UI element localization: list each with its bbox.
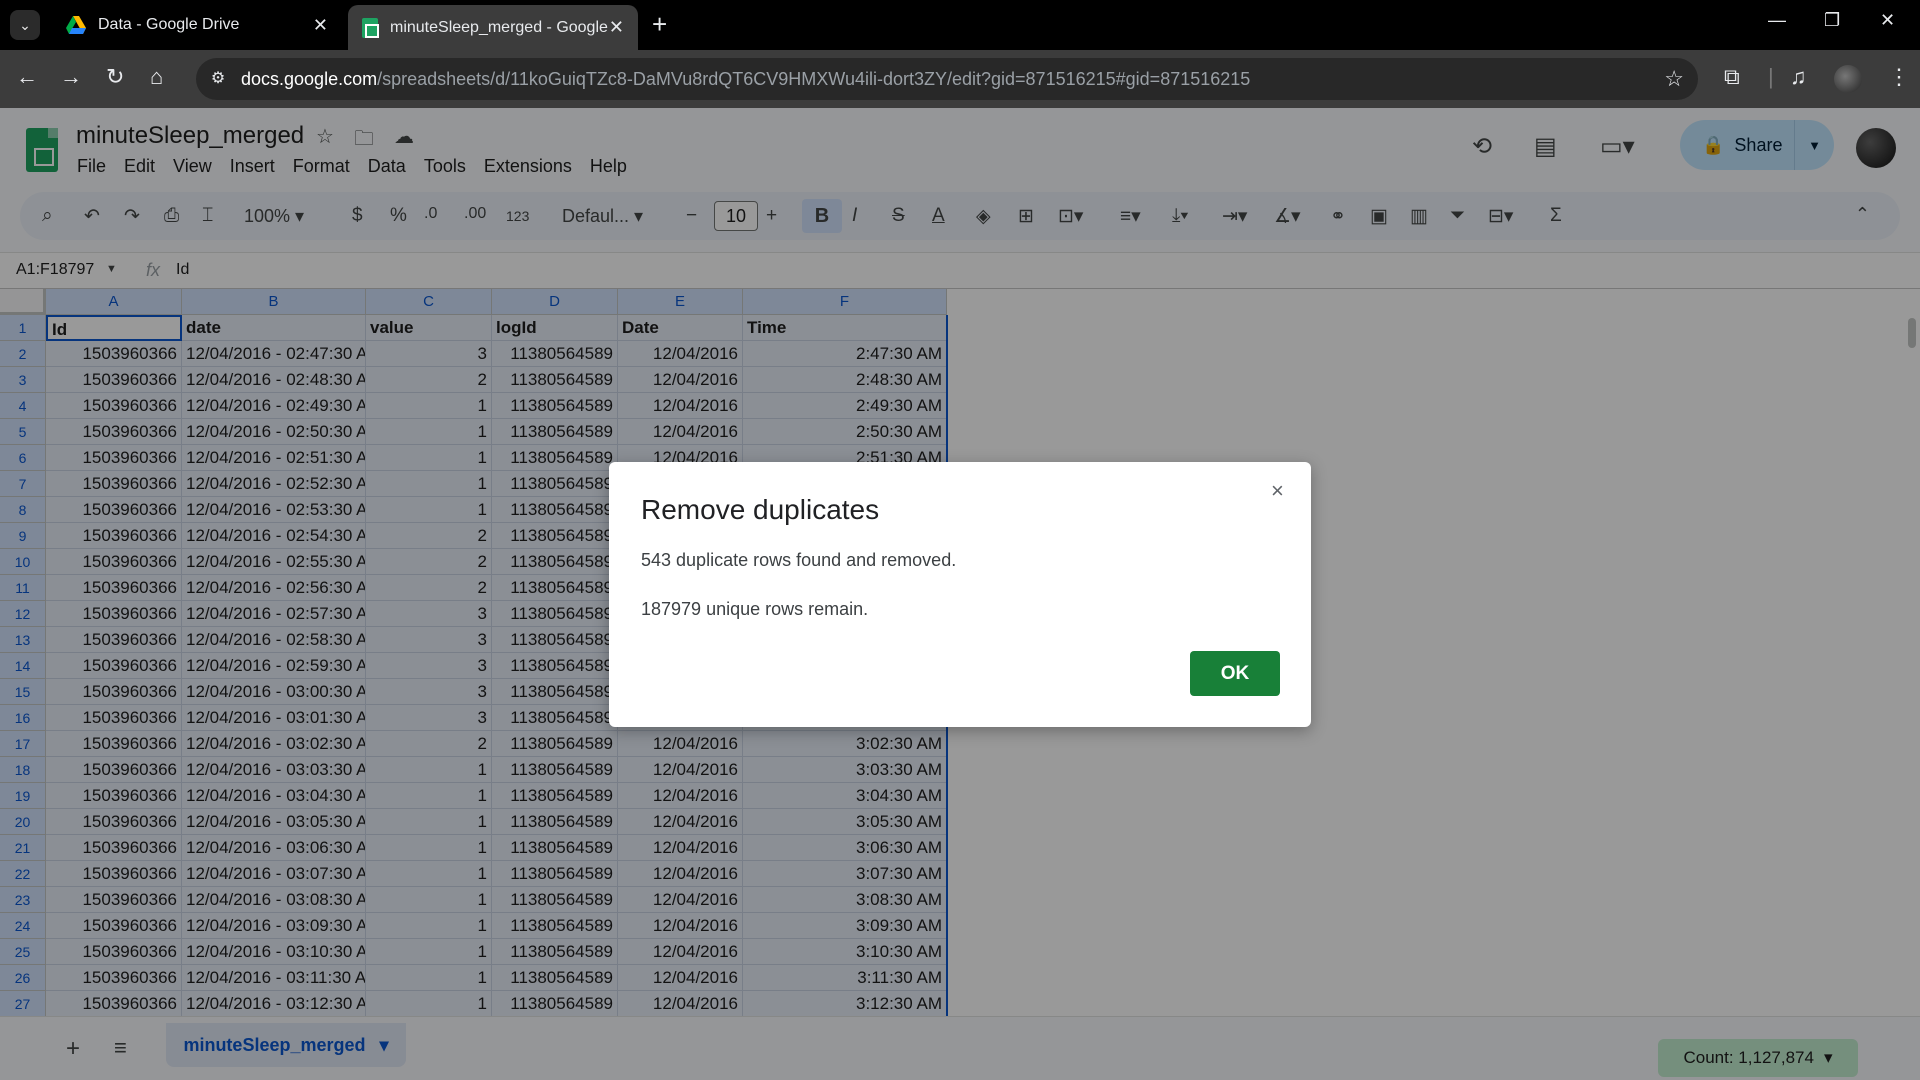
google-drive-icon xyxy=(66,16,86,34)
minimize-icon[interactable]: — xyxy=(1768,10,1786,31)
dialog-title: Remove duplicates xyxy=(641,494,880,525)
browser-toolbar: ← → ↻ ⌂ ⚙ docs.google.com/spreadsheets/d… xyxy=(0,50,1920,108)
tab-search-chevron-icon[interactable]: ⌄ xyxy=(10,10,40,40)
google-sheets-icon xyxy=(362,17,379,38)
tab-title: Data - Google Drive xyxy=(98,16,240,33)
forward-arrow-icon[interactable]: → xyxy=(60,64,82,90)
remove-duplicates-dialog: Remove duplicates × 543 duplicate rows f… xyxy=(609,462,1311,727)
tab-minutesleep-merged[interactable]: minuteSleep_merged - Google ✕ xyxy=(348,5,638,50)
close-icon[interactable]: ✕ xyxy=(609,17,624,38)
address-bar[interactable]: ⚙ docs.google.com/spreadsheets/d/11koGui… xyxy=(196,58,1698,100)
screen: ⌄ Data - Google Drive ✕ minuteSleep_merg… xyxy=(0,0,1920,1080)
profile-avatar[interactable] xyxy=(1834,65,1862,93)
tab-google-drive[interactable]: Data - Google Drive ✕ xyxy=(52,7,342,43)
reload-icon[interactable]: ↻ xyxy=(106,64,124,90)
media-control-icon[interactable]: ♫ xyxy=(1790,64,1807,90)
close-icon[interactable]: × xyxy=(1271,478,1284,504)
back-arrow-icon[interactable]: ← xyxy=(16,64,38,90)
bookmark-star-icon[interactable]: ☆ xyxy=(1664,66,1684,92)
ok-button[interactable]: OK xyxy=(1190,651,1280,696)
tab-title: minuteSleep_merged - Google xyxy=(390,18,608,36)
unique-rows-text: 187979 unique rows remain. xyxy=(641,599,869,619)
new-tab-plus-icon[interactable]: + xyxy=(652,11,667,37)
toolbar-divider: | xyxy=(1768,64,1774,89)
more-vert-icon[interactable]: ⋮ xyxy=(1888,64,1910,90)
url-text: docs.google.com/spreadsheets/d/11koGuiqT… xyxy=(241,69,1251,89)
home-icon[interactable]: ⌂ xyxy=(150,64,163,90)
extensions-puzzle-icon[interactable]: ⧉ xyxy=(1724,64,1740,90)
duplicates-removed-text: 543 duplicate rows found and removed. xyxy=(641,550,957,570)
restore-icon[interactable]: ❐ xyxy=(1824,10,1840,31)
window-close-icon[interactable]: ✕ xyxy=(1880,10,1895,31)
browser-tabstrip: ⌄ Data - Google Drive ✕ minuteSleep_merg… xyxy=(0,0,1920,50)
close-icon[interactable]: ✕ xyxy=(313,15,328,36)
site-info-icon[interactable]: ⚙ xyxy=(206,67,230,91)
